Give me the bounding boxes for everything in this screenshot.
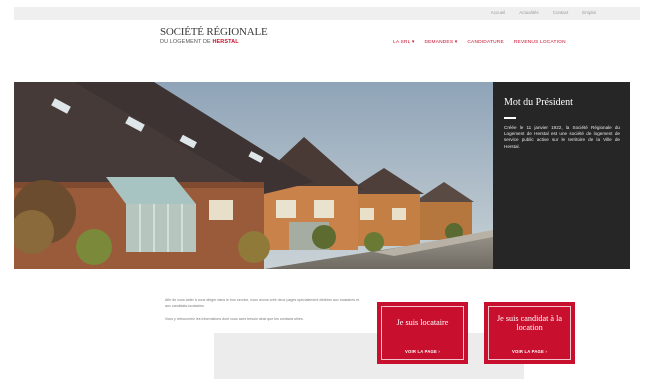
hero-houses-illustration xyxy=(14,82,493,269)
logo-line-2-prefix: DU LOGEMENT DE xyxy=(160,39,211,45)
nav-item-candidature[interactable]: CANDIDATURE xyxy=(467,40,504,45)
candidate-card-title: Je suis candidat à la location xyxy=(496,314,563,332)
utility-link-4[interactable]: Emploi xyxy=(582,10,596,15)
intro-paragraph-1: Afin de vous aider à vous diriger dans l… xyxy=(165,298,360,308)
logo-line-1: SOCIÉTÉ RÉGIONALE xyxy=(160,26,268,38)
top-utility-bar: Accueil Actualités Contact Emploi xyxy=(14,7,640,20)
president-text: Créée le 11 janvier 1922, la Société Rég… xyxy=(504,124,620,149)
intro-paragraph-2: Vous y retrouverez les informations dont… xyxy=(165,317,304,321)
nav-item-la-srl[interactable]: LA SRL ▾ xyxy=(393,40,414,45)
utility-link-3[interactable]: Contact xyxy=(553,10,569,15)
nav-item-demandes[interactable]: DEMANDES ▾ xyxy=(424,40,457,45)
logo-brand-word: HERSTAL xyxy=(212,39,239,45)
site-logo[interactable]: SOCIÉTÉ RÉGIONALE DU LOGEMENT DE HERSTAL xyxy=(160,27,268,46)
tenant-card-button[interactable]: VOIR LA PAGE › xyxy=(377,349,468,354)
candidate-card-button[interactable]: VOIR LA PAGE › xyxy=(484,349,575,354)
candidate-card[interactable]: Je suis candidat à la location VOIR LA P… xyxy=(484,302,575,364)
hero-image xyxy=(14,82,493,269)
president-panel: Mot du Président Créée le 11 janvier 192… xyxy=(493,82,630,269)
utility-links: Accueil Actualités Contact Emploi xyxy=(491,10,596,15)
logo-line-2: DU LOGEMENT DE HERSTAL xyxy=(160,38,268,46)
tenant-card-title: Je suis locataire xyxy=(396,318,449,327)
president-title: Mot du Président xyxy=(504,97,573,108)
utility-link-2[interactable]: Actualités xyxy=(519,10,539,15)
intro-text: Afin de vous aider à vous diriger dans l… xyxy=(165,297,360,329)
title-divider xyxy=(504,117,516,119)
tenant-card[interactable]: Je suis locataire VOIR LA PAGE › xyxy=(377,302,468,364)
nav-item-revenus-location[interactable]: REVENUS LOCATION xyxy=(514,40,566,45)
utility-link-1[interactable]: Accueil xyxy=(491,10,506,15)
bottom-grey-block xyxy=(214,333,524,379)
main-navigation: LA SRL ▾ DEMANDES ▾ CANDIDATURE REVENUS … xyxy=(393,40,566,45)
